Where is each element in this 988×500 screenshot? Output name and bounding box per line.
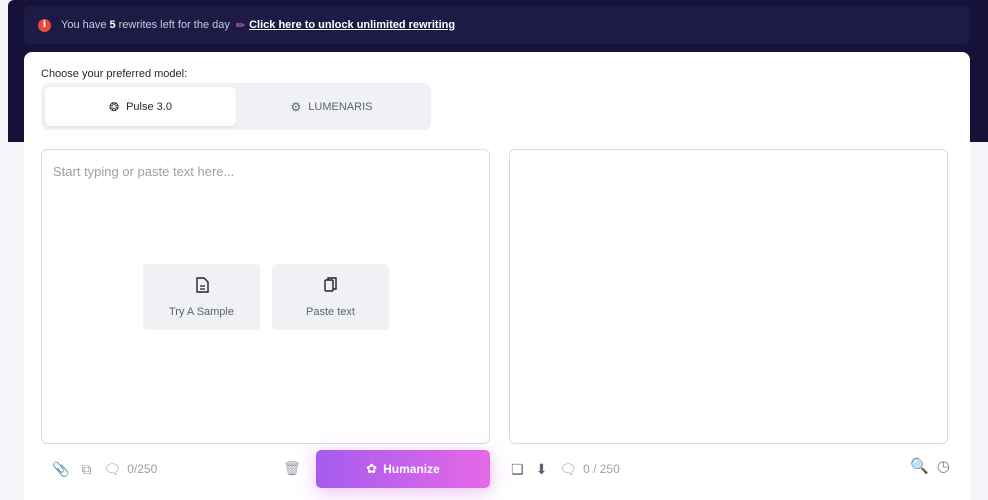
copy-output-icon[interactable]: ❏	[511, 461, 524, 478]
try-sample-button[interactable]: Try A Sample	[143, 264, 260, 330]
trash-icon: 🗑	[283, 459, 301, 476]
input-panel: Try A Sample Paste text	[41, 149, 490, 444]
humanize-label: Humanize	[383, 462, 440, 476]
clipboard-icon-svg	[324, 276, 337, 292]
model-label: Choose your preferred model:	[41, 68, 188, 80]
unlock-link[interactable]: Click here to unlock unlimited rewriting	[249, 19, 455, 31]
word-count-icon: 🗨	[559, 460, 578, 477]
banner-prefix: You have	[61, 19, 107, 31]
output-counter: 0 / 250	[583, 462, 620, 476]
download-icon[interactable]: ⬇	[536, 461, 548, 478]
rewriter-card: Choose your preferred model: ❂ Pulse 3.0…	[24, 52, 970, 500]
history-icon[interactable]: ◷	[937, 457, 950, 475]
word-count-icon: 🗨	[103, 460, 122, 477]
document-icon	[195, 276, 209, 297]
info-icon: i	[38, 18, 51, 32]
document-icon-svg	[195, 276, 209, 293]
output-panel	[509, 149, 948, 444]
try-sample-label: Try A Sample	[168, 305, 234, 318]
copy-icon[interactable]: ⧉	[81, 461, 91, 478]
pulse-diamond-icon: ❂	[109, 99, 120, 114]
clipboard-icon	[323, 276, 338, 297]
model-switch: ❂ Pulse 3.0 ⚙ LUMENARIS	[41, 83, 431, 130]
paste-text-button[interactable]: Paste text	[272, 264, 389, 330]
model-option-lumenaris[interactable]: ⚙ LUMENARIS	[236, 87, 427, 126]
quick-actions: Try A Sample Paste text	[143, 264, 389, 330]
ai-detect-icon[interactable]: 🔍	[910, 457, 929, 475]
model-option-label: Pulse 3.0	[126, 100, 172, 113]
rewrites-banner: i You have 5 rewrites left for the day ✏…	[24, 6, 970, 44]
rewrites-count: 5	[109, 19, 116, 31]
input-counter: 0/250	[127, 462, 158, 476]
model-option-pulse[interactable]: ❂ Pulse 3.0	[45, 87, 236, 126]
paste-text-label: Paste text	[306, 305, 355, 318]
humanize-button[interactable]: ✿ Humanize	[316, 450, 490, 488]
output-tools: 🔍 ◷	[910, 457, 950, 475]
banner-suffix: rewrites left for the day	[118, 19, 230, 31]
rocket-icon: ✏	[235, 19, 246, 32]
output-toolbar: ❏ ⬇ 🗨 0 / 250	[511, 457, 620, 481]
clear-button[interactable]: 🗑	[277, 453, 307, 483]
model-option-label: LUMENARIS	[308, 100, 373, 113]
attach-icon[interactable]: 📎	[52, 461, 69, 478]
brain-icon: ✿	[366, 461, 378, 476]
input-toolbar: 📎 ⧉ 🗨 0/250	[52, 457, 157, 481]
brain-gear-icon: ⚙	[290, 99, 302, 114]
